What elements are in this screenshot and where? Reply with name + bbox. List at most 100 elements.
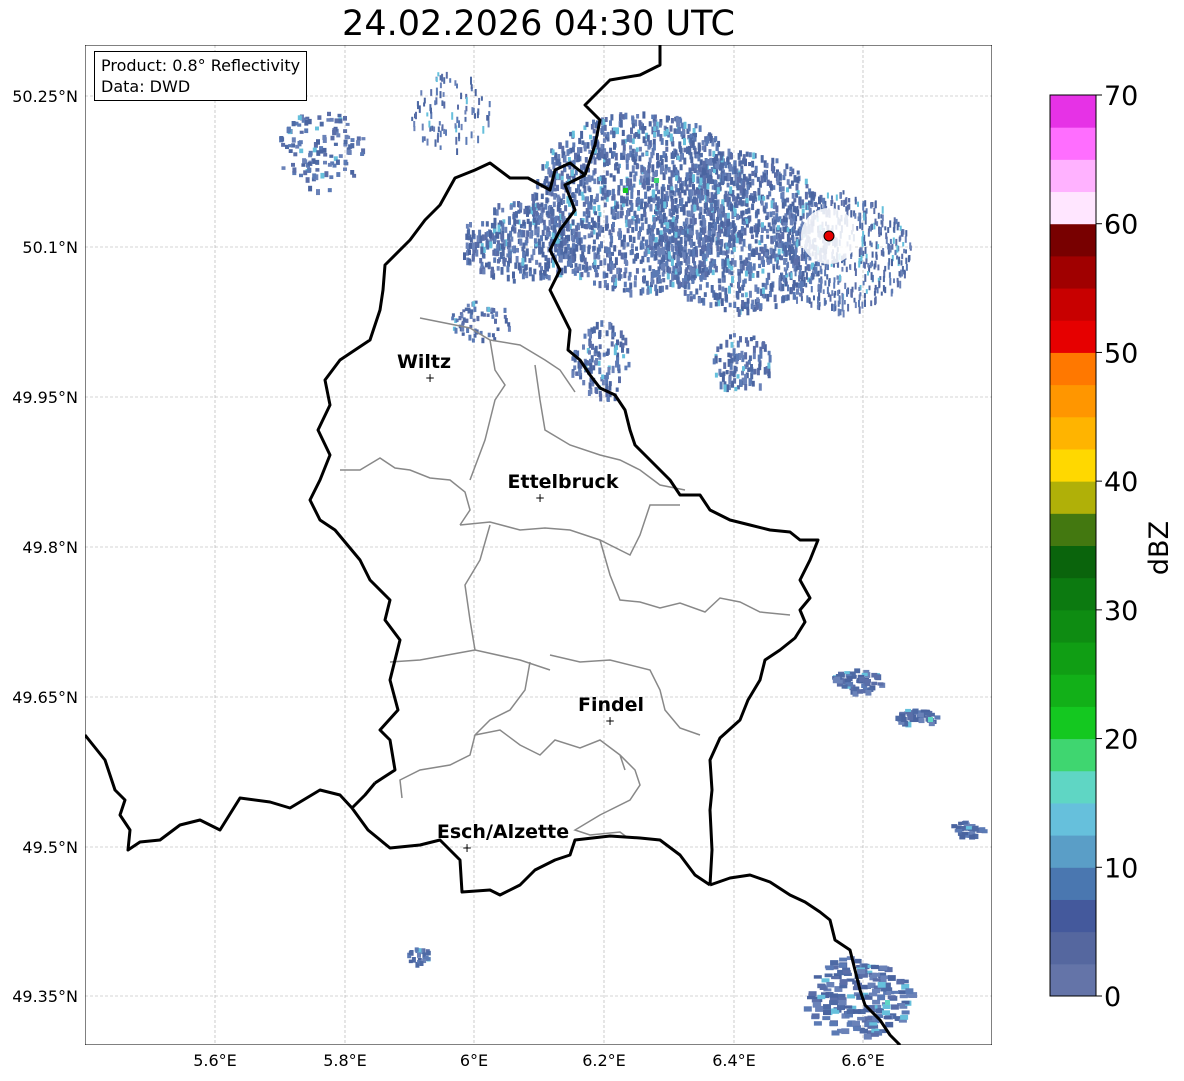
echo-pixel [860,1028,868,1034]
echo-pixel [673,275,677,280]
echo-pixel [605,246,609,254]
echo-pixel [617,189,621,196]
echo-pixel [584,157,588,163]
echo-pixel [641,152,645,157]
echo-pixel [467,307,471,314]
echo-pixel [833,202,836,210]
echo-pixel [750,364,753,372]
echo-pixel [795,192,799,198]
echo-pixel [595,388,599,395]
echo-pixel [350,138,355,143]
lon-label: 5.6°E [193,1051,237,1070]
echo-pixel [632,156,636,162]
echo-pixel [835,194,838,201]
echo-pixel [617,185,621,191]
echo-pixel [858,676,865,682]
echo-pixel [507,216,511,224]
echo-pixel [565,140,569,148]
echo-pixel [610,341,614,347]
echo-pixel [343,129,348,134]
echo-pixel [804,266,807,273]
echo-pixel [748,195,752,201]
echo-pixel [765,162,769,169]
echo-pixel [796,255,799,261]
echo-pixel [959,834,966,840]
echo-pixel [626,228,630,234]
echo-pixel [754,239,758,244]
echo-pixel [760,175,764,184]
echo-pixel [748,173,752,181]
echo-pixel [893,278,895,284]
echo-pixel [733,226,736,232]
echo-pixel [442,92,445,97]
echo-pixel [736,385,740,390]
echo-pixel [695,268,699,275]
echo-pixel [657,274,661,283]
echo-pixel [791,193,795,199]
echo-pixel [512,201,516,208]
echo-pixel [880,249,883,256]
colorbar-segment [1050,963,1096,997]
echo-pixel [603,202,607,208]
echo-pixel [817,994,826,1000]
echo-pixel [650,151,654,159]
echo-pixel [682,129,686,135]
echo-pixel [738,237,742,245]
echo-pixel [724,190,728,196]
echo-pixel [343,139,348,145]
echo-pixel [636,197,640,204]
echo-pixel [330,135,335,141]
echo-pixel [533,268,537,275]
echo-pixel [746,309,750,316]
echo-pixel [610,114,614,121]
echo-pixel [898,990,906,994]
echo-pixel [565,223,569,232]
echo-pixel [419,961,424,966]
echo-pixel [470,309,474,315]
lon-label: 6.6°E [841,1051,885,1070]
echo-pixel [763,207,767,214]
echo-pixel [743,278,747,284]
echo-pixel [286,126,291,132]
echo-pixel [870,242,873,247]
echo-pixel [517,262,521,271]
echo-pixel [718,278,722,284]
echo-pixel [854,301,857,309]
echo-pixel [601,187,605,195]
echo-pixel [836,262,839,268]
echo-pixel [602,271,606,279]
echo-pixel [698,195,702,204]
echo-pixel [526,218,530,224]
echo-pixel [445,129,447,136]
echo-pixel [334,118,339,124]
echo-pixel [732,348,736,356]
echo-pixel [904,236,907,243]
echo-pixel [605,170,609,176]
echo-pixel [552,201,556,208]
echo-pixel [626,210,629,217]
echo-pixel [323,153,328,157]
echo-pixel [624,365,628,371]
echo-pixel [327,111,331,117]
echo-pixel [730,341,734,348]
echo-pixel [774,172,777,178]
echo-pixel [445,71,448,79]
echo-pixel [563,238,567,246]
echo-pixel [818,196,821,205]
echo-pixel [810,197,813,205]
echo-pixel [540,193,544,200]
echo-pixel [603,258,607,266]
echo-pixel [612,274,616,283]
echo-pixel [718,358,722,363]
echo-pixel [471,338,475,343]
echo-pixel [640,213,644,222]
city-label: Ettelbruck [508,471,619,493]
echo-pixel [485,262,488,268]
echo-pixel [612,151,616,157]
echo-pixel [421,123,424,131]
echo-pixel [630,218,634,225]
echo-pixel [495,209,499,216]
echo-pixel [563,265,567,274]
echo-pixel [698,167,702,172]
echo-pixel [664,168,668,175]
